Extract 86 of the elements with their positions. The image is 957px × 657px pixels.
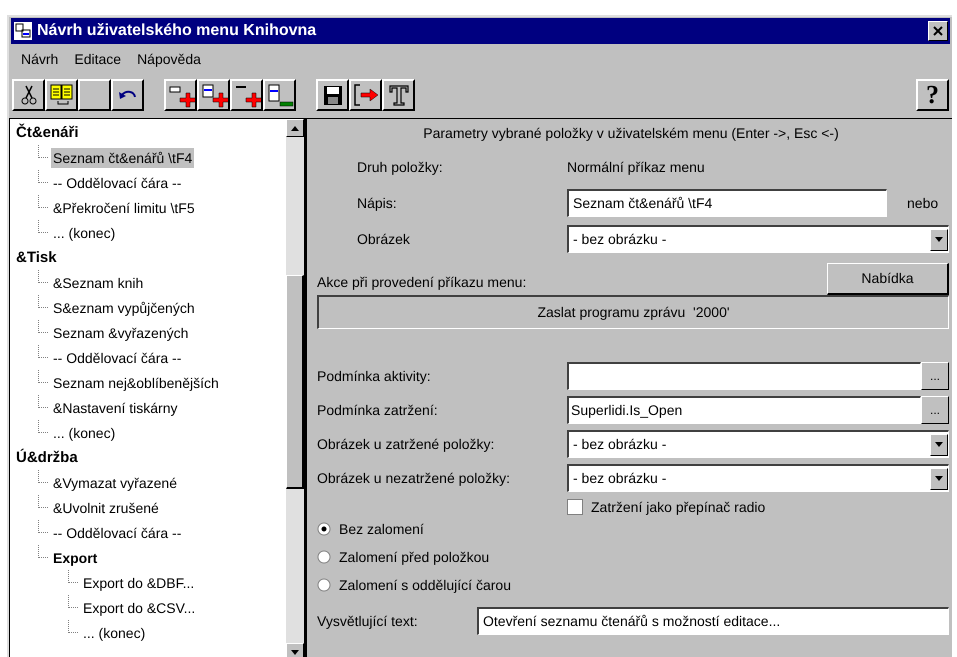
panel-heading: Parametry vybrané položky v uživatelském menu (Enter ->, Esc <-) bbox=[422, 124, 840, 143]
field-label: Vysvětlující text: bbox=[316, 612, 419, 631]
down-arrow-icon bbox=[935, 237, 943, 242]
window-icon bbox=[13, 21, 33, 41]
item-type-value: Normální příkaz menu bbox=[567, 158, 705, 177]
toolbar-button[interactable] bbox=[111, 79, 144, 111]
action-label: Akce při provedení příkazu menu: bbox=[316, 273, 528, 292]
field-label: Podmínka aktivity: bbox=[316, 366, 432, 386]
tree-item[interactable]: -- Oddělovací čára -- bbox=[51, 522, 184, 542]
toolbar-button[interactable] bbox=[263, 79, 296, 111]
field-label: Obrázek bbox=[356, 230, 411, 248]
dropdown[interactable]: - bez obrázku - bbox=[567, 430, 949, 458]
tree-item[interactable]: Ú&držba bbox=[14, 448, 80, 468]
radio-label[interactable]: Zalomení před položkou bbox=[339, 546, 490, 568]
tree-item[interactable]: ... (konec) bbox=[81, 622, 148, 642]
scroll-up-button[interactable] bbox=[286, 119, 304, 137]
tree-item[interactable]: Seznam nej&oblíbenějších bbox=[51, 372, 221, 392]
toolbar-button[interactable] bbox=[197, 79, 230, 111]
toolbar-button[interactable] bbox=[78, 79, 111, 111]
toolbar-button[interactable] bbox=[230, 79, 263, 111]
exit-arrow-icon bbox=[352, 82, 380, 108]
field-label: Druh položky: bbox=[356, 158, 444, 177]
checkbox-label[interactable]: Zatržení jako přepínač radio bbox=[591, 499, 766, 515]
tree-item[interactable]: &Tisk bbox=[14, 248, 59, 268]
tree-item[interactable]: Export do &DBF... bbox=[81, 572, 196, 592]
down-arrow-icon bbox=[291, 650, 299, 654]
remove-item-icon bbox=[266, 82, 294, 108]
dropdown-button[interactable] bbox=[930, 434, 948, 456]
tree-item[interactable]: Export do &CSV... bbox=[81, 598, 198, 618]
tree-item[interactable]: &Překročení limitu \tF5 bbox=[51, 198, 197, 218]
up-arrow-icon bbox=[291, 126, 299, 130]
condition-field[interactable]: Superlidi.Is_Open bbox=[567, 396, 921, 424]
ellipsis-button[interactable]: ... bbox=[921, 362, 949, 390]
toolbar-button[interactable] bbox=[382, 79, 415, 111]
close-button[interactable] bbox=[928, 21, 948, 41]
ellipsis-button[interactable]: ... bbox=[921, 396, 949, 424]
tree-item[interactable]: &Vymazat vyřazené bbox=[51, 472, 179, 492]
tree-item[interactable]: Export bbox=[51, 548, 100, 568]
checkbox[interactable] bbox=[567, 499, 583, 515]
description-field[interactable]: Otevření seznamu čtenářů s možností editace... bbox=[477, 607, 949, 635]
tree-item[interactable]: -- Oddělovací čára -- bbox=[51, 348, 184, 368]
dropdown-button[interactable] bbox=[930, 228, 948, 250]
field-label: Podmínka zatržení: bbox=[316, 400, 439, 420]
toolbar-button[interactable] bbox=[316, 79, 349, 111]
window-title: Návrh uživatelského menu Knihovna bbox=[37, 21, 318, 41]
toolbar-button[interactable] bbox=[164, 79, 197, 111]
tree-item[interactable]: -- Oddělovací čára -- bbox=[51, 172, 184, 192]
scroll-thumb[interactable] bbox=[286, 275, 304, 489]
radio-button[interactable] bbox=[317, 522, 331, 536]
tree-item[interactable]: Čt&enáři bbox=[14, 122, 81, 142]
toolbar-button[interactable] bbox=[12, 79, 45, 111]
down-arrow-icon bbox=[935, 476, 943, 481]
dropdown-button[interactable] bbox=[930, 468, 948, 490]
tree-item[interactable]: &Nastavení tiskárny bbox=[51, 398, 180, 418]
field-label: Obrázek u zatržené položky: bbox=[316, 434, 496, 454]
scroll-down-button[interactable] bbox=[286, 643, 304, 657]
close-icon bbox=[933, 26, 943, 36]
undo-icon bbox=[119, 90, 136, 100]
field-label: Obrázek u nezatržené položky: bbox=[316, 468, 511, 488]
tree-item[interactable]: &Seznam knih bbox=[51, 272, 146, 292]
toolbar-button[interactable] bbox=[45, 79, 78, 111]
tree-item[interactable]: &Uvolnit zrušené bbox=[51, 498, 161, 518]
tree-item[interactable]: ... (konec) bbox=[51, 422, 118, 442]
menu-item[interactable]: Návrh bbox=[19, 48, 60, 70]
tree-item[interactable]: ... (konec) bbox=[51, 222, 118, 242]
condition-field[interactable] bbox=[567, 362, 921, 390]
down-arrow-icon bbox=[935, 442, 943, 447]
field-label: Nápis: bbox=[356, 194, 398, 213]
radio-button[interactable] bbox=[317, 578, 331, 592]
caption-field[interactable]: Seznam čt&enářů \tF4 bbox=[567, 189, 887, 217]
dropdown[interactable]: - bez obrázku - bbox=[567, 225, 949, 253]
radio-label[interactable]: Bez zalomení bbox=[339, 518, 424, 540]
menu-button[interactable]: Nabídka bbox=[827, 263, 949, 295]
or-label: nebo bbox=[907, 194, 938, 212]
menu-item[interactable]: Editace bbox=[72, 48, 124, 70]
add-item-icon bbox=[200, 82, 228, 108]
menu-item[interactable]: Nápověda bbox=[135, 48, 203, 70]
tree-item[interactable]: Seznam &vyřazených bbox=[51, 322, 190, 342]
dropdown[interactable]: - bez obrázku - bbox=[567, 464, 949, 492]
action-display: Zaslat programu zprávu '2000' bbox=[317, 295, 949, 329]
radio-label[interactable]: Zalomení s oddělující čarou bbox=[339, 574, 511, 596]
radio-button[interactable] bbox=[317, 550, 331, 564]
toolbar-button[interactable] bbox=[349, 79, 382, 111]
tree-item[interactable]: S&eznam vypůjčených bbox=[51, 298, 197, 318]
help-button[interactable]: ? bbox=[916, 79, 949, 111]
tree-item[interactable]: Seznam čt&enářů \tF4 bbox=[51, 148, 194, 168]
